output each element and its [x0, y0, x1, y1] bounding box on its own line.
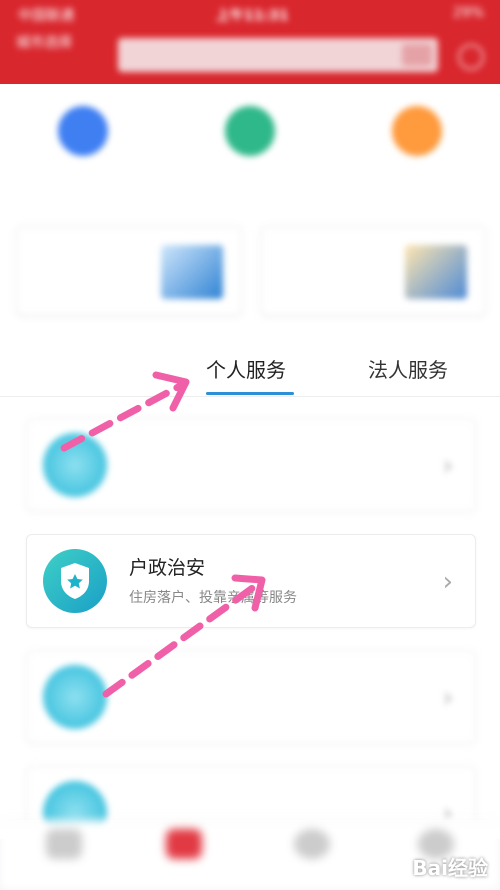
chevron-right-icon: › [442, 567, 453, 597]
clock-text: 上午11:31 [216, 8, 289, 24]
tab-legal-entity-service[interactable]: 法人服务 [368, 354, 448, 383]
service-tabs: 个人服务 法人服务 [0, 340, 500, 397]
service-desc: 住房落户、投靠亲属等服务 [129, 590, 297, 606]
feature-card-1[interactable] [16, 226, 242, 316]
watermark: Bai经验 [412, 856, 488, 880]
quick-link-2[interactable] [195, 106, 305, 172]
card-icon [43, 665, 107, 729]
search-button[interactable] [402, 44, 432, 66]
nav-home[interactable] [34, 829, 94, 863]
card-illustration-icon [405, 245, 467, 299]
quick-link-3[interactable] [362, 106, 472, 172]
quick-link-icon [392, 106, 442, 156]
search-input[interactable] [118, 38, 438, 72]
service-row-1[interactable]: › [26, 418, 476, 512]
service-title: 户政治安 [129, 557, 206, 579]
chevron-right-icon: › [442, 451, 453, 481]
compass-icon [294, 829, 330, 859]
quick-link-icon [58, 106, 108, 156]
card-illustration-icon [161, 245, 223, 299]
tab-personal-service[interactable]: 个人服务 [206, 354, 286, 383]
main-content: 个人服务 法人服务 › 户政治安 住房落户、投靠亲属等服务 › › › [0, 84, 500, 860]
feature-card-2[interactable] [260, 226, 486, 316]
service-row-household[interactable]: 户政治安 住房落户、投靠亲属等服务 › [26, 534, 476, 628]
chevron-right-icon: › [442, 683, 453, 713]
active-tab-indicator [206, 392, 294, 395]
nav-discover[interactable] [282, 829, 342, 863]
carrier-text: 中国联通 [18, 8, 74, 24]
message-icon[interactable] [458, 44, 484, 70]
service-row-3[interactable]: › [26, 650, 476, 744]
shield-star-icon [43, 549, 107, 613]
quick-link-1[interactable] [28, 106, 138, 172]
quick-link-icon [225, 106, 275, 156]
home-icon [46, 829, 82, 859]
user-icon [43, 433, 107, 497]
battery-text: 29% [452, 5, 484, 21]
nav-service[interactable] [154, 829, 214, 863]
status-bar: 中国联通 上午11:31 29% [0, 2, 500, 26]
service-icon [166, 829, 202, 859]
app-header: 中国联通 上午11:31 29% 城市选择 [0, 0, 500, 84]
city-selector[interactable]: 城市选择 [16, 34, 86, 52]
